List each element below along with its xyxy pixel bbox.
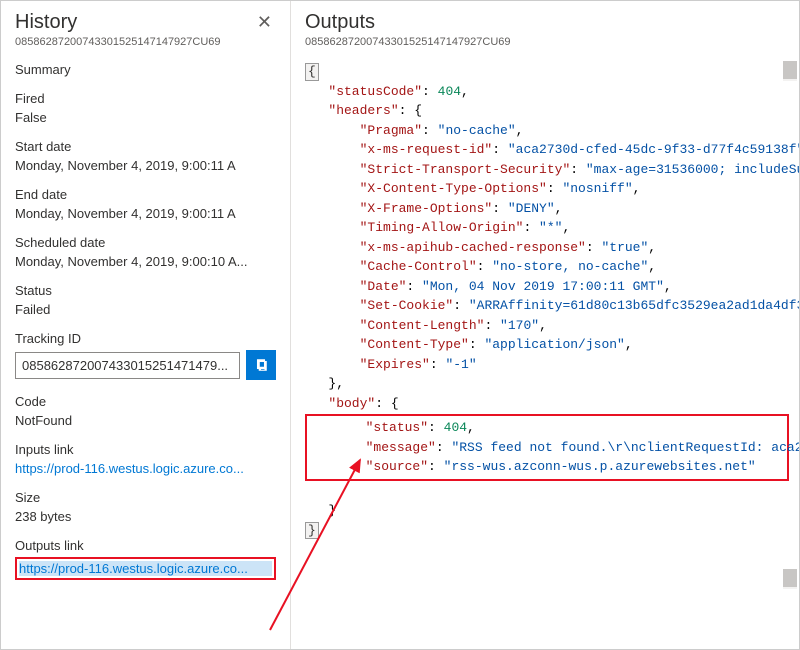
outputs-title: Outputs bbox=[305, 11, 799, 34]
scheduled-date-value: Monday, November 4, 2019, 9:00:10 A... bbox=[15, 254, 276, 269]
end-date-label: End date bbox=[15, 187, 276, 202]
inputs-link-label: Inputs link bbox=[15, 442, 276, 457]
start-date-label: Start date bbox=[15, 139, 276, 154]
scrollbar-top[interactable] bbox=[783, 61, 797, 81]
inputs-link[interactable]: https://prod-116.westus.logic.azure.co..… bbox=[15, 461, 276, 476]
size-value: 238 bytes bbox=[15, 509, 276, 524]
body-highlight: "status": 404, "message": "RSS feed not … bbox=[305, 414, 789, 481]
outputs-link[interactable]: https://prod-116.westus.logic.azure.co..… bbox=[19, 561, 272, 576]
summary-heading: Summary bbox=[15, 62, 276, 77]
size-label: Size bbox=[15, 490, 276, 505]
status-value: Failed bbox=[15, 302, 276, 317]
scrollbar-bottom[interactable] bbox=[783, 569, 797, 589]
outputs-link-label: Outputs link bbox=[15, 538, 276, 553]
tracking-id-label: Tracking ID bbox=[15, 331, 276, 346]
copy-icon bbox=[254, 358, 268, 372]
outputs-panel: Outputs 08586287200743301525147147927CU6… bbox=[291, 1, 799, 649]
start-date-value: Monday, November 4, 2019, 9:00:11 A bbox=[15, 158, 276, 173]
fired-value: False bbox=[15, 110, 276, 125]
copy-button[interactable] bbox=[246, 350, 276, 380]
json-viewer[interactable]: { "statusCode": 404, "headers": { "Pragm… bbox=[305, 62, 799, 622]
status-label: Status bbox=[15, 283, 276, 298]
outputs-link-highlight: https://prod-116.westus.logic.azure.co..… bbox=[15, 557, 276, 580]
code-label: Code bbox=[15, 394, 276, 409]
history-run-id: 08586287200743301525147147927CU69 bbox=[15, 36, 221, 48]
fired-label: Fired bbox=[15, 91, 276, 106]
end-date-value: Monday, November 4, 2019, 9:00:11 A bbox=[15, 206, 276, 221]
close-icon[interactable]: ✕ bbox=[253, 11, 276, 33]
code-value: NotFound bbox=[15, 413, 276, 428]
history-title: History bbox=[15, 11, 221, 34]
tracking-id-input[interactable]: 085862872007433015251471479... bbox=[15, 352, 240, 379]
outputs-run-id: 08586287200743301525147147927CU69 bbox=[305, 36, 799, 48]
history-panel: History 08586287200743301525147147927CU6… bbox=[1, 1, 291, 649]
scheduled-date-label: Scheduled date bbox=[15, 235, 276, 250]
